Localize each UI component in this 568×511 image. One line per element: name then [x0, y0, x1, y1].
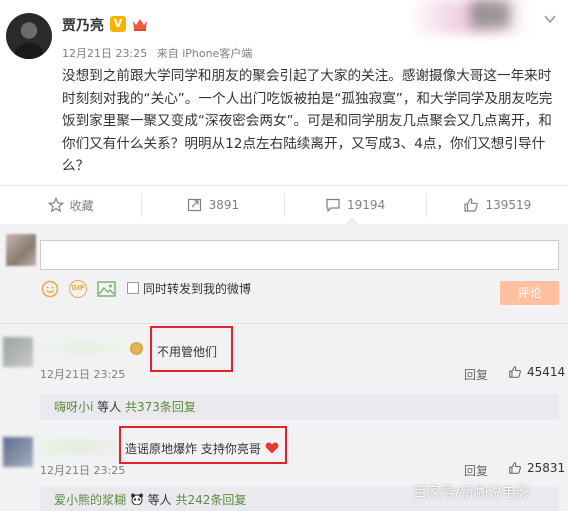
highlight-box — [119, 426, 287, 464]
blurred-region-dark — [470, 0, 510, 28]
author-avatar[interactable] — [6, 13, 52, 59]
reply-button[interactable]: 回复 — [464, 462, 488, 479]
post-source[interactable]: 来自 iPhone客户端 — [157, 47, 253, 60]
author-name[interactable]: 贾乃亮 — [62, 15, 104, 35]
commenter-name-blurred[interactable] — [40, 439, 122, 455]
caret-icon — [346, 218, 358, 225]
comment-like-button[interactable]: 45414 — [508, 365, 565, 379]
action-bar: 收藏 3891 19194 139519 — [0, 186, 568, 224]
comment-time: 12月21日 23:25 — [40, 368, 126, 381]
emoji-icon[interactable] — [41, 280, 59, 298]
my-avatar — [6, 234, 36, 266]
comment-like-count: 25831 — [527, 461, 566, 475]
repost-icon — [187, 198, 201, 212]
repost-count: 3891 — [208, 198, 240, 212]
comment-time: 12月21日 23:25 — [40, 464, 126, 477]
commenter-avatar[interactable] — [3, 437, 33, 467]
post-meta: 12月21日 23:25 来自 iPhone客户端 — [62, 45, 258, 61]
reply-button[interactable]: 回复 — [464, 366, 488, 383]
comment-button[interactable]: 19194 — [285, 193, 427, 217]
post-body: 没想到之前跟大学同学和朋友的聚会引起了大家的关注。感谢摄像大哥这一年来时时刻刻对… — [62, 68, 553, 175]
image-icon[interactable] — [97, 281, 116, 297]
sub-reply-count[interactable]: 共373条回复 — [125, 400, 196, 414]
member-badge-icon — [130, 342, 143, 355]
commenter-name-blurred[interactable] — [40, 340, 128, 356]
submit-comment-button[interactable]: 评论 — [500, 281, 559, 305]
favorite-button[interactable]: 收藏 — [0, 193, 143, 217]
watermark: 百家号/新咖说电影 — [413, 485, 530, 501]
comment-input[interactable] — [40, 240, 559, 270]
weibo-post-page: 贾乃亮 V 12月21日 23:25 来自 iPhone客户端 没想到之前跟大学… — [0, 0, 568, 511]
star-icon — [47, 197, 64, 213]
repost-checkbox-label[interactable]: 同时转发到我的微博 — [143, 280, 251, 297]
sub-reply-user[interactable]: 嗨呀小i — [54, 400, 93, 414]
repost-checkbox[interactable] — [127, 282, 139, 294]
thumbs-up-icon — [509, 366, 521, 378]
verified-icon: V — [110, 16, 126, 32]
sub-replies-link[interactable]: 嗨呀小i 等人 共373条回复 — [40, 394, 559, 420]
panda-icon — [130, 493, 143, 506]
like-button[interactable]: 139519 — [427, 193, 568, 217]
sub-reply-mid: 等人 — [93, 400, 125, 414]
thumbs-up-icon — [464, 198, 479, 212]
comment-icon — [326, 198, 340, 213]
divider — [0, 323, 568, 324]
like-count: 139519 — [485, 198, 532, 212]
comment-count: 19194 — [347, 198, 386, 212]
sub-reply-count[interactable]: 共242条回复 — [175, 493, 246, 507]
crown-icon — [133, 19, 147, 31]
repost-button[interactable]: 3891 — [142, 193, 285, 217]
favorite-label: 收藏 — [69, 198, 94, 213]
chevron-down-icon[interactable] — [543, 12, 557, 26]
thumbs-up-icon — [509, 462, 521, 474]
highlight-box — [150, 326, 233, 372]
gif-icon[interactable]: GIF — [69, 280, 87, 298]
post-time[interactable]: 12月21日 23:25 — [62, 47, 147, 60]
commenter-avatar[interactable] — [3, 337, 33, 367]
sub-reply-user[interactable]: 爱小熊的浆糊 — [54, 493, 126, 507]
comment-like-count: 45414 — [527, 365, 566, 379]
sub-reply-mid: 等人 — [143, 493, 176, 507]
comment-like-button[interactable]: 25831 — [508, 461, 565, 475]
